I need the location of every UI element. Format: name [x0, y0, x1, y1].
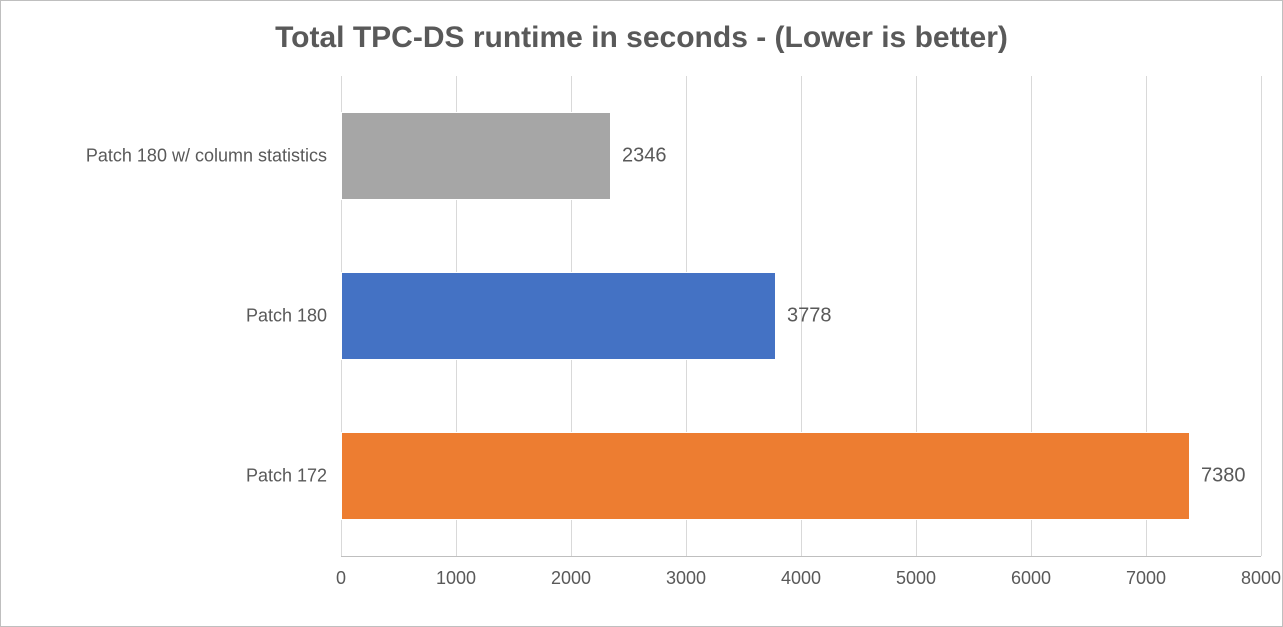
bar — [341, 112, 611, 200]
x-tick-label: 5000 — [886, 568, 946, 589]
bar — [341, 272, 776, 360]
chart-title: Total TPC-DS runtime in seconds - (Lower… — [1, 21, 1282, 55]
x-tick-label: 4000 — [771, 568, 831, 589]
chart-frame: Total TPC-DS runtime in seconds - (Lower… — [0, 0, 1283, 627]
plot-area: 0 1000 2000 3000 4000 5000 6000 7000 800… — [341, 76, 1261, 556]
bar-value-label: 3778 — [787, 305, 832, 328]
category-label: Patch 172 — [0, 466, 341, 487]
x-tick-label: 0 — [311, 568, 371, 589]
x-tick-label: 3000 — [656, 568, 716, 589]
bar-value-label: 7380 — [1201, 465, 1246, 488]
bar-value-label: 2346 — [622, 145, 667, 168]
bar — [341, 432, 1190, 520]
x-tick-label: 8000 — [1231, 568, 1283, 589]
category-label: Patch 180 w/ column statistics — [0, 146, 341, 167]
x-tick-label: 1000 — [426, 568, 486, 589]
x-axis-line — [341, 556, 1261, 557]
x-tick-label: 7000 — [1116, 568, 1176, 589]
x-tick-label: 6000 — [1001, 568, 1061, 589]
gridline — [1261, 76, 1262, 556]
category-label: Patch 180 — [0, 306, 341, 327]
x-tick-label: 2000 — [541, 568, 601, 589]
